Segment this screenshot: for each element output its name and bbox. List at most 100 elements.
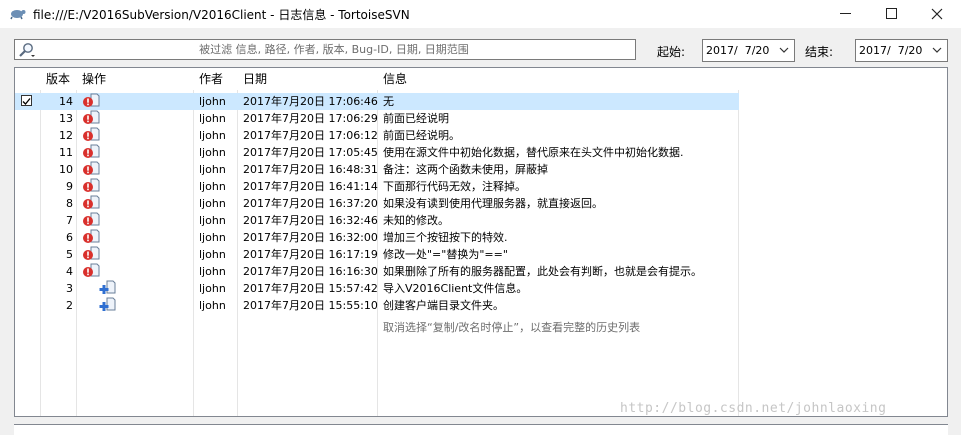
checkmark-icon <box>22 98 31 105</box>
column-header-revision[interactable]: 版本 <box>41 68 70 90</box>
author: ljohn <box>199 197 226 210</box>
column-header-actions[interactable]: 操作 <box>77 68 106 90</box>
search-icon[interactable] <box>18 42 36 58</box>
date-from-label: 起始: <box>657 45 686 59</box>
commit-date: 2017年7月20日 16:32:46 <box>243 214 378 227</box>
author: ljohn <box>199 180 226 193</box>
filter-input[interactable] <box>39 41 629 58</box>
commit-date: 2017年7月20日 17:06:29 <box>243 112 378 125</box>
table-row[interactable]: 7 ljohn 2017年7月20日 16:32:46 未知的修改。 <box>15 212 739 229</box>
commit-message: 增加三个按钮按下的特效. <box>383 231 508 244</box>
revision-number: 5 <box>66 248 73 261</box>
action-icons <box>81 93 121 110</box>
minimize-button[interactable] <box>822 0 868 28</box>
watermark: http://blog.csdn.net/johnlaoxing <box>620 401 887 416</box>
revision-number: 2 <box>66 299 73 312</box>
commit-date: 2017年7月20日 15:57:42 <box>243 282 378 295</box>
close-button[interactable] <box>914 0 960 28</box>
changed-paths-pane <box>14 424 948 435</box>
author: ljohn <box>199 129 226 142</box>
revision-number: 7 <box>66 214 73 227</box>
revision-number: 6 <box>66 231 73 244</box>
date-from-value: 2017/ 7/20 <box>706 44 770 57</box>
action-icons <box>97 280 137 297</box>
table-row[interactable]: 13 ljohn 2017年7月20日 17:06:29 前面已经说明 <box>15 110 739 127</box>
column-header-message[interactable]: 信息 <box>378 68 407 90</box>
title-bar: file:///E:/V2016SubVersion/V2016Client -… <box>0 0 961 28</box>
commit-message: 前面已经说明 <box>383 112 449 125</box>
table-row[interactable]: 10 ljohn 2017年7月20日 16:48:31 备注：这两个函数未使用，屏蔽… <box>15 161 739 178</box>
commit-message: 前面已经说明。 <box>383 129 460 142</box>
column-header-author[interactable]: 作者 <box>194 68 223 90</box>
table-row[interactable]: 3 ljohn 2017年7月20日 15:57:42 导入V2016Client文件… <box>15 280 739 297</box>
modified-file-icon <box>83 246 100 260</box>
commit-message: 下面那行代码无效，注释掉。 <box>383 180 526 193</box>
modified-file-icon <box>83 110 100 124</box>
table-row[interactable]: 11 ljohn 2017年7月20日 17:05:45 使用在源文件中初始化数据，替… <box>15 144 739 161</box>
author: ljohn <box>199 112 226 125</box>
table-row[interactable]: 14 ljohn 2017年7月20日 17:06:46 无 <box>15 93 739 110</box>
close-icon <box>931 8 943 20</box>
maximize-button[interactable] <box>868 0 914 28</box>
commit-message: 未知的修改。 <box>383 214 449 227</box>
modified-file-icon <box>83 93 100 107</box>
commit-message: 如果没有读到使用代理服务器，就直接返回。 <box>383 197 603 210</box>
list-header: 版本 操作 作者 日期 信息 <box>15 68 947 90</box>
tortoisesvn-app-icon <box>10 10 26 20</box>
modified-file-icon <box>83 263 100 277</box>
modified-file-icon <box>83 161 100 175</box>
table-row[interactable]: 8 ljohn 2017年7月20日 16:37:20 如果没有读到使用代理服务器，就… <box>15 195 739 212</box>
revision-number: 12 <box>59 129 73 142</box>
minimize-icon <box>840 13 851 14</box>
revision-list[interactable]: 版本 操作 作者 日期 信息 14 ljohn 2017年7月20日 17:06:4… <box>14 67 948 417</box>
author: ljohn <box>199 231 226 244</box>
chevron-down-icon[interactable] <box>778 44 790 56</box>
modified-file-icon <box>83 229 100 243</box>
modified-file-icon <box>83 127 100 141</box>
filter-box[interactable] <box>14 39 636 60</box>
author: ljohn <box>199 163 226 176</box>
column-header-date[interactable]: 日期 <box>238 68 267 90</box>
revision-number: 3 <box>66 282 73 295</box>
window-title: file:///E:/V2016SubVersion/V2016Client -… <box>33 8 410 22</box>
commit-date: 2017年7月20日 17:06:46 <box>243 95 378 108</box>
action-icons <box>81 212 121 229</box>
revision-number: 9 <box>66 180 73 193</box>
revision-number: 4 <box>66 265 73 278</box>
commit-message: 如果删除了所有的服务器配置，此处会有判断，也就是会有提示。 <box>383 265 702 278</box>
commit-date: 2017年7月20日 16:48:31 <box>243 163 378 176</box>
row-checkbox[interactable] <box>21 95 32 106</box>
author: ljohn <box>199 265 226 278</box>
action-icons <box>81 263 121 280</box>
revision-number: 13 <box>59 112 73 125</box>
revision-number: 8 <box>66 197 73 210</box>
author: ljohn <box>199 214 226 227</box>
chevron-down-icon[interactable] <box>931 44 943 56</box>
commit-message: 创建客户端目录文件夹。 <box>383 299 504 312</box>
date-to-value: 2017/ 7/20 <box>859 44 923 57</box>
table-row[interactable]: 5 ljohn 2017年7月20日 16:17:19 修改一处"="替换为"==" <box>15 246 739 263</box>
action-icons <box>81 110 121 127</box>
action-icons <box>81 195 121 212</box>
commit-date: 2017年7月20日 16:17:19 <box>243 248 378 261</box>
modified-file-icon <box>83 195 100 209</box>
commit-date: 2017年7月20日 16:37:20 <box>243 197 378 210</box>
action-icons <box>97 297 137 314</box>
date-from-picker[interactable]: 2017/ 7/20 <box>702 39 795 62</box>
table-row[interactable]: 2 ljohn 2017年7月20日 15:55:10 创建客户端目录文件夹。 <box>15 297 739 314</box>
author: ljohn <box>199 299 226 312</box>
table-row[interactable]: 4 ljohn 2017年7月20日 16:16:30 如果删除了所有的服务器配置，此… <box>15 263 739 280</box>
commit-message: 备注：这两个函数未使用，屏蔽掉 <box>383 163 548 176</box>
action-icons <box>81 161 121 178</box>
table-row[interactable]: 6 ljohn 2017年7月20日 16:32:00 增加三个按钮按下的特效. <box>15 229 739 246</box>
table-row[interactable]: 12 ljohn 2017年7月20日 17:06:12 前面已经说明。 <box>15 127 739 144</box>
revision-number: 10 <box>59 163 73 176</box>
action-icons <box>81 246 121 263</box>
table-row[interactable]: 9 ljohn 2017年7月20日 16:41:14 下面那行代码无效，注释掉。 <box>15 178 739 195</box>
revision-number: 14 <box>59 95 73 108</box>
revision-number: 11 <box>59 146 73 159</box>
stop-on-copy-note: 取消选择“复制/改名时停止”，以查看完整的历史列表 <box>383 321 641 334</box>
date-to-picker[interactable]: 2017/ 7/20 <box>855 39 948 62</box>
action-icons <box>81 144 121 161</box>
commit-date: 2017年7月20日 16:41:14 <box>243 180 378 193</box>
